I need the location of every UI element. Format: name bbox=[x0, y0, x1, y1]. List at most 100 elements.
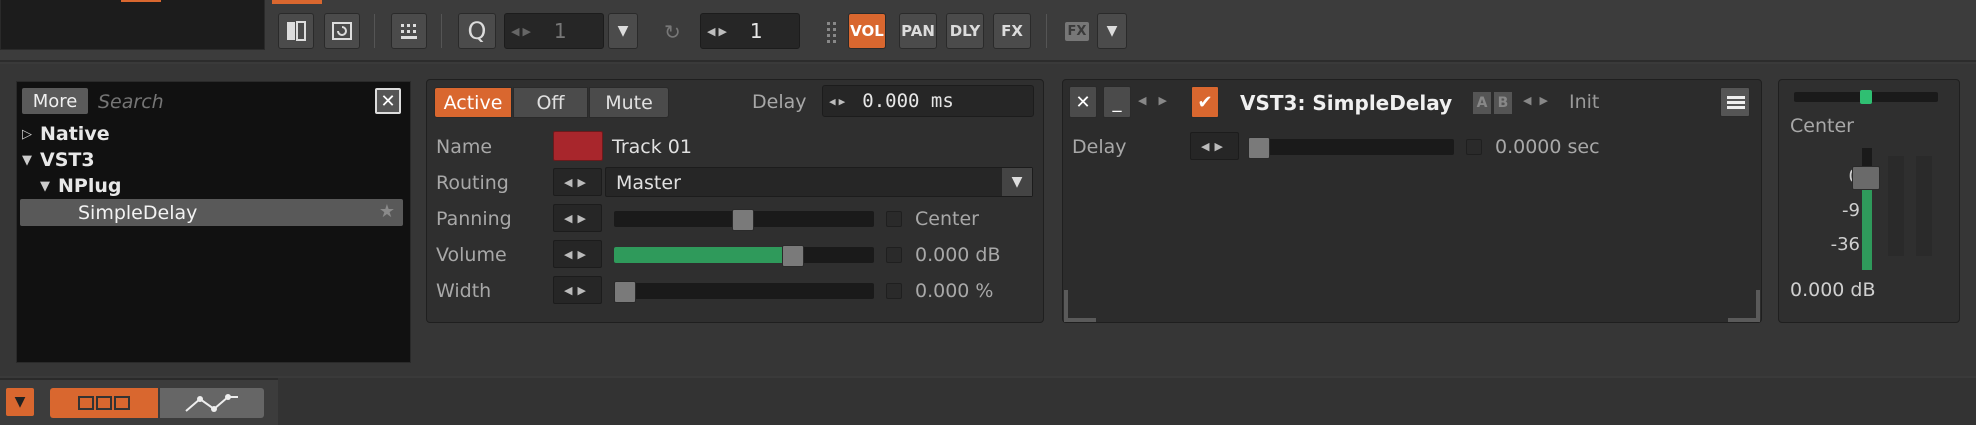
routing-stepper[interactable]: ◀▶ bbox=[553, 168, 602, 196]
quantize-grid-field[interactable]: ◀▶ 1 bbox=[504, 13, 604, 49]
preset-stepper-icon[interactable]: ◀▶ bbox=[1523, 94, 1556, 107]
panning-stepper[interactable]: ◀▶ bbox=[553, 204, 602, 232]
volume-slider-knob[interactable] bbox=[782, 245, 804, 267]
panel-layout-icon bbox=[287, 21, 306, 41]
panning-checkbox[interactable] bbox=[886, 211, 902, 227]
device-remove-button[interactable]: ✕ bbox=[1069, 86, 1097, 118]
fx-dropdown-button[interactable]: ▼ bbox=[1097, 13, 1127, 49]
resize-corner-bottom-left bbox=[1064, 290, 1096, 322]
toolbar-divider bbox=[1046, 14, 1047, 48]
hamburger-menu-icon bbox=[1727, 96, 1745, 109]
mode-dly-label: DLY bbox=[949, 22, 981, 40]
ab-b-label: B bbox=[1497, 95, 1509, 111]
chevron-down-icon: ▼ bbox=[617, 23, 629, 39]
panel-toggle-button[interactable]: ▼ bbox=[6, 388, 34, 416]
panning-slider[interactable] bbox=[614, 209, 874, 231]
fx-toggle-button[interactable]: FX bbox=[1062, 13, 1092, 49]
bottom-bar-empty-area bbox=[278, 378, 1976, 425]
tree-item-simpledelay[interactable]: SimpleDelay ★ bbox=[20, 199, 403, 226]
width-checkbox[interactable] bbox=[886, 283, 902, 299]
name-label: Name bbox=[436, 136, 493, 158]
automation-curve-icon bbox=[185, 394, 238, 412]
active-tab-indicator bbox=[272, 0, 322, 4]
automation-view-tab[interactable] bbox=[160, 388, 264, 418]
stepper-arrows-icon: ◀▶ bbox=[511, 24, 534, 38]
delay-label: Delay bbox=[752, 91, 807, 113]
mode-pan-button[interactable]: PAN bbox=[899, 13, 937, 49]
peak-meter-left bbox=[1888, 156, 1904, 256]
routing-value: Master bbox=[616, 172, 681, 194]
width-slider[interactable] bbox=[614, 281, 874, 303]
device-menu-button[interactable] bbox=[1720, 87, 1750, 117]
track-color-swatch[interactable] bbox=[553, 131, 603, 161]
search-input[interactable] bbox=[98, 88, 358, 116]
ab-b-button[interactable]: B bbox=[1494, 92, 1512, 114]
mixer-grid-button[interactable] bbox=[391, 13, 427, 49]
meter-pan-slider[interactable] bbox=[1794, 90, 1938, 104]
device-move-arrows-icon[interactable]: ◀▶ bbox=[1138, 94, 1179, 107]
volume-stepper[interactable]: ◀▶ bbox=[553, 240, 602, 268]
toolbar-divider bbox=[441, 14, 442, 48]
param-delay-slider[interactable] bbox=[1248, 137, 1454, 159]
tree-item-vst3[interactable]: ▼ VST3 bbox=[22, 148, 95, 172]
triangle-down-icon: ▼ bbox=[40, 178, 50, 194]
width-slider-knob[interactable] bbox=[614, 281, 636, 303]
ab-a-button[interactable]: A bbox=[1473, 92, 1491, 114]
minimize-icon: _ bbox=[1112, 91, 1122, 113]
loop-region-button[interactable] bbox=[324, 13, 360, 49]
star-icon[interactable]: ★ bbox=[379, 201, 395, 222]
tree-item-label: NPlug bbox=[58, 175, 122, 197]
meter-scale-minus36: -36 bbox=[1830, 234, 1860, 255]
meter-scale-minus9: -9 bbox=[1842, 200, 1860, 221]
device-enable-checkbox[interactable]: ✔ bbox=[1191, 86, 1219, 118]
repeat-count-field[interactable]: ◀▶ 1 bbox=[700, 13, 800, 49]
volume-slider-fill bbox=[614, 247, 794, 263]
tree-item-label: Native bbox=[40, 123, 110, 145]
panning-label: Panning bbox=[436, 208, 512, 230]
tree-item-native[interactable]: ▷ Native bbox=[22, 122, 110, 146]
chevron-down-icon: ▼ bbox=[1106, 23, 1118, 39]
mode-dly-button[interactable]: DLY bbox=[946, 13, 984, 49]
more-button[interactable]: More bbox=[22, 88, 88, 114]
loop-region-icon bbox=[332, 22, 352, 40]
param-delay-checkbox[interactable] bbox=[1466, 139, 1482, 155]
width-stepper[interactable]: ◀▶ bbox=[553, 276, 602, 304]
device-view-tab[interactable] bbox=[50, 388, 158, 418]
quantize-label: Q bbox=[467, 17, 487, 45]
mode-vol-label: VOL bbox=[850, 22, 884, 40]
track-delay-field[interactable]: ◀▶ 0.000 ms bbox=[822, 85, 1034, 117]
mode-fx-button[interactable]: FX bbox=[993, 13, 1031, 49]
panning-slider-knob[interactable] bbox=[732, 209, 754, 231]
mode-vol-button[interactable]: VOL bbox=[848, 13, 886, 49]
panel-layout-button[interactable] bbox=[278, 13, 314, 49]
search-clear-button[interactable]: ✕ bbox=[375, 88, 401, 114]
tree-item-nplug[interactable]: ▼ NPlug bbox=[40, 174, 121, 198]
volume-fader-knob[interactable] bbox=[1852, 166, 1880, 190]
quantize-button[interactable]: Q bbox=[458, 13, 496, 49]
close-icon: ✕ bbox=[1075, 91, 1091, 113]
routing-select[interactable]: Master ▼ bbox=[605, 167, 1033, 197]
preset-name[interactable]: Init bbox=[1569, 91, 1599, 113]
triangle-down-icon: ▼ bbox=[22, 152, 32, 168]
close-icon: ✕ bbox=[380, 90, 396, 112]
track-name[interactable]: Track 01 bbox=[612, 136, 692, 158]
device-collapse-button[interactable]: _ bbox=[1103, 86, 1131, 118]
volume-slider[interactable] bbox=[614, 245, 874, 267]
stepper-arrows-icon: ◀▶ bbox=[829, 94, 849, 108]
quantize-dropdown-button[interactable]: ▼ bbox=[608, 13, 638, 49]
arrangement-thumbnail[interactable] bbox=[0, 0, 265, 50]
mixer-grid-icon bbox=[401, 24, 417, 39]
volume-checkbox[interactable] bbox=[886, 247, 902, 263]
mute-button[interactable]: Mute bbox=[589, 87, 669, 118]
quantize-grid-value: 1 bbox=[553, 19, 567, 43]
fx-toggle-label: FX bbox=[1064, 21, 1090, 41]
param-delay-stepper[interactable]: ◀▶ bbox=[1190, 132, 1239, 160]
stepper-arrows-icon: ◀▶ bbox=[707, 24, 730, 38]
active-button[interactable]: Active bbox=[434, 87, 512, 118]
resize-corner-bottom-right[interactable] bbox=[1728, 290, 1760, 322]
meter-pan-value: Center bbox=[1790, 115, 1854, 137]
off-button[interactable]: Off bbox=[513, 87, 588, 118]
routing-label: Routing bbox=[436, 172, 509, 194]
param-delay-slider-knob[interactable] bbox=[1248, 137, 1270, 159]
meter-pan-knob[interactable] bbox=[1860, 90, 1872, 104]
